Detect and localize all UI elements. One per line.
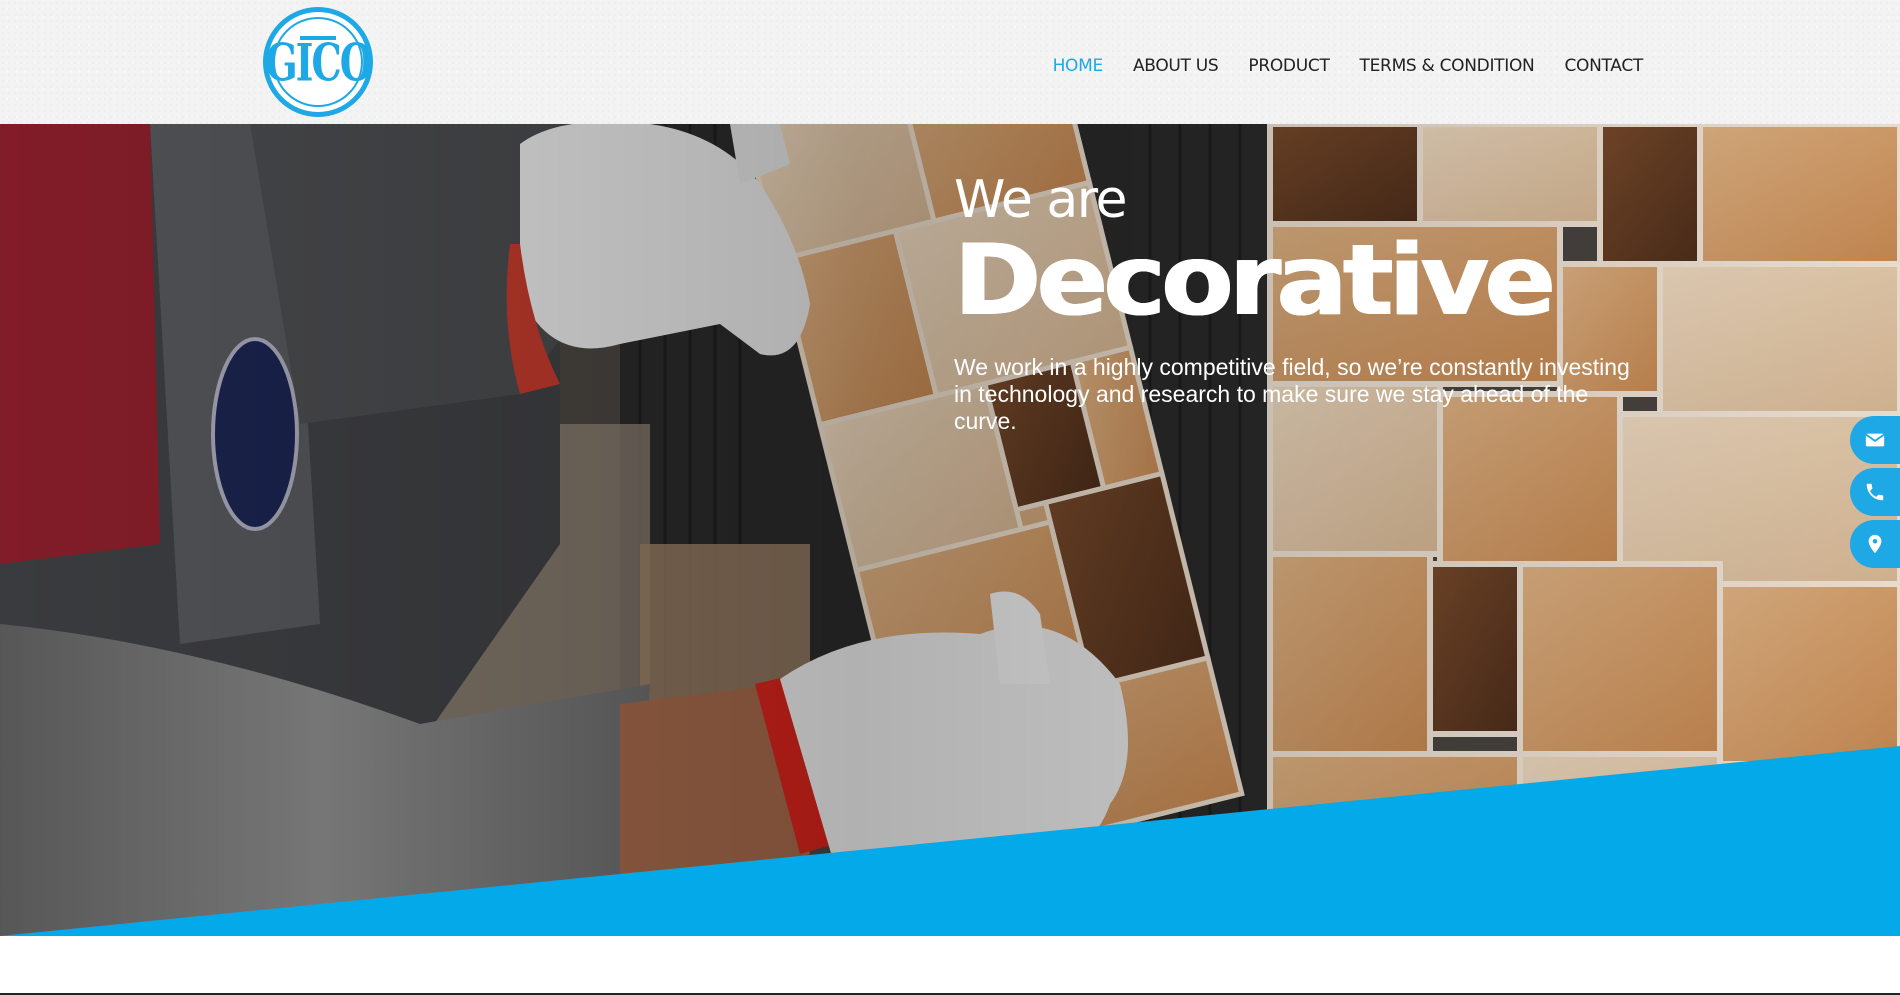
nav-about-us[interactable]: ABOUT US — [1133, 56, 1219, 76]
hero-section: We are Decorative We work in a highly co… — [0, 124, 1900, 936]
logo-text: GICO — [265, 31, 373, 93]
envelope-icon — [1865, 433, 1885, 447]
hero-title-line1: We are — [954, 170, 1127, 230]
nav-product[interactable]: PRODUCT — [1248, 56, 1329, 76]
email-button[interactable] — [1850, 416, 1900, 464]
nav-home[interactable]: HOME — [1053, 56, 1104, 76]
nav-contact[interactable]: CONTACT — [1564, 56, 1643, 76]
main-nav: HOME ABOUT US PRODUCT TERMS & CONDITION … — [1053, 56, 1644, 76]
hero-title-line2: Decorative — [954, 224, 1556, 338]
phone-icon — [1866, 483, 1884, 501]
gico-logo[interactable]: GICO — [263, 7, 373, 117]
phone-button[interactable] — [1850, 468, 1900, 516]
page-below-hero — [0, 936, 1900, 995]
floating-contact-icons — [1850, 416, 1900, 568]
site-header: GICO HOME ABOUT US PRODUCT TERMS & CONDI… — [0, 0, 1900, 124]
nav-terms-condition[interactable]: TERMS & CONDITION — [1360, 56, 1535, 76]
hero-description: We work in a highly competitive field, s… — [954, 354, 1630, 434]
map-marker-icon — [1868, 534, 1882, 554]
location-button[interactable] — [1850, 520, 1900, 568]
hero-text-block: We are Decorative We work in a highly co… — [954, 174, 1654, 435]
